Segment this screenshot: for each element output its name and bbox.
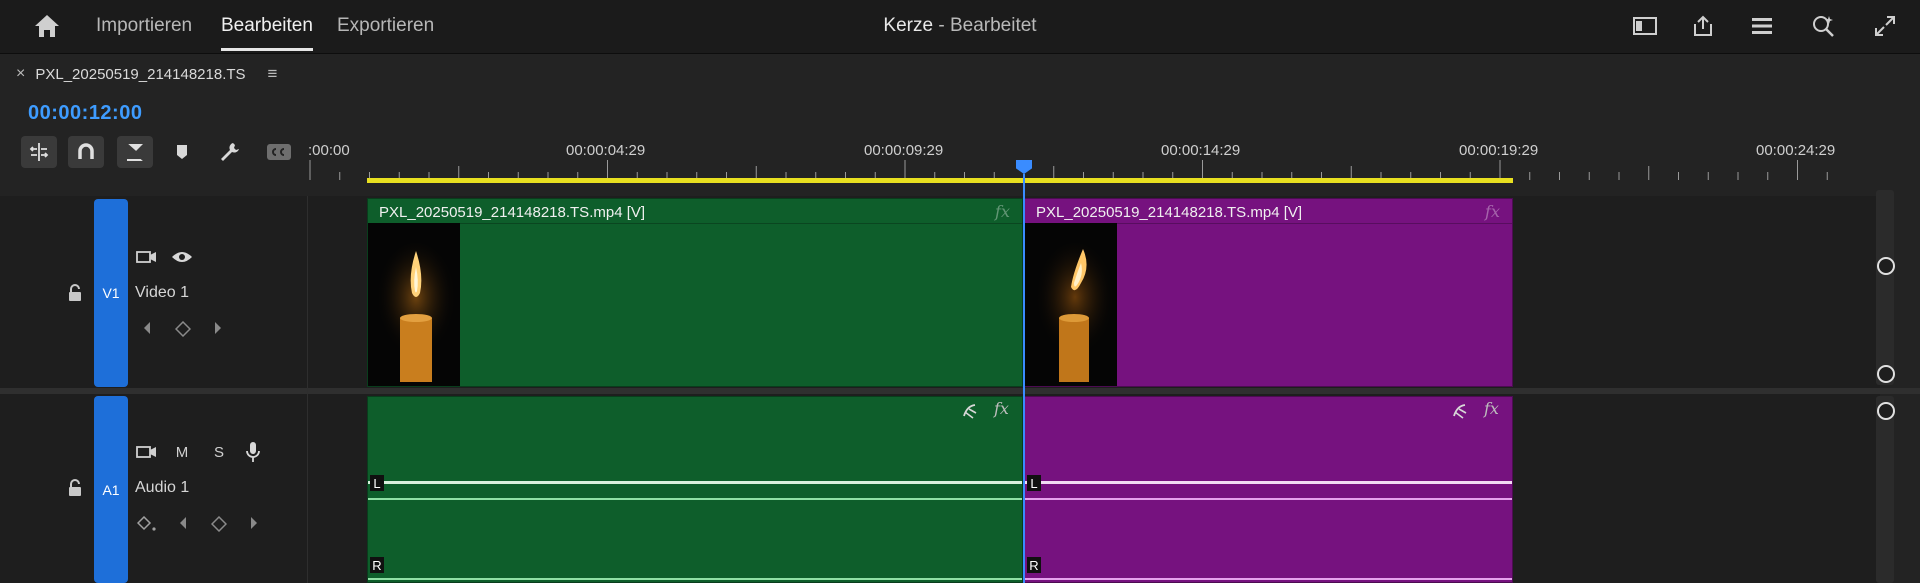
channel-right-label: R — [370, 557, 384, 573]
waveform-right — [1025, 578, 1512, 580]
insert-edit-icon[interactable] — [21, 136, 57, 168]
track-target-a1[interactable]: A1 — [94, 396, 128, 583]
tab-importieren[interactable]: Importieren — [96, 15, 192, 37]
audio-effect-icon[interactable] — [960, 401, 980, 421]
fx-badge[interactable]: fx — [995, 202, 1010, 221]
project-name: Kerze — [883, 15, 934, 36]
scroll-zoom-handle[interactable] — [1877, 365, 1895, 383]
lock-icon[interactable] — [64, 282, 86, 304]
snap-magnet-icon[interactable] — [68, 136, 104, 168]
audio-clip[interactable]: fx L R — [1024, 396, 1513, 583]
ruler-label: 00:00:19:29 — [1459, 142, 1539, 159]
playhead-timecode[interactable]: 00:00:12:00 — [28, 102, 142, 125]
audio-clip[interactable]: fx L R — [367, 396, 1023, 583]
ruler-label: :00:00 — [308, 142, 350, 159]
menu-list-icon[interactable] — [1747, 11, 1777, 41]
ruler-label: 00:00:24:29 — [1756, 142, 1836, 159]
add-keyframe-icon[interactable] — [174, 320, 192, 338]
close-tab-icon[interactable]: × — [16, 65, 25, 83]
channel-left-label: L — [370, 475, 384, 491]
channel-left-label: L — [1027, 475, 1041, 491]
prev-keyframe-icon[interactable] — [176, 515, 190, 531]
solo-button[interactable]: S — [209, 442, 229, 462]
waveform-right — [368, 578, 1022, 580]
header-divider — [307, 196, 308, 583]
clip-title: PXL_20250519_214148218.TS.mp4 [V] — [1036, 204, 1303, 221]
tab-exportieren[interactable]: Exportieren — [337, 15, 434, 37]
scroll-zoom-handle[interactable] — [1877, 257, 1895, 275]
search-zoom-icon[interactable] — [1808, 11, 1838, 41]
wrench-icon[interactable] — [212, 136, 248, 168]
playhead-line[interactable] — [1023, 174, 1025, 583]
captions-icon[interactable] — [261, 136, 297, 168]
tab-menu-icon[interactable]: ≡ — [268, 64, 278, 84]
sync-lock-icon[interactable] — [135, 442, 159, 462]
waveform-left — [1025, 481, 1512, 484]
ruler-label: 00:00:09:29 — [864, 142, 944, 159]
scroll-zoom-handle[interactable] — [1877, 402, 1895, 420]
add-keyframe-icon[interactable] — [210, 515, 228, 533]
track-name-v1[interactable]: Video 1 — [135, 284, 189, 302]
microphone-icon[interactable] — [243, 440, 263, 464]
waveform-left — [368, 481, 1022, 484]
audio-scrollbar[interactable] — [1876, 396, 1894, 583]
project-state: - Bearbeitet — [938, 15, 1037, 36]
sequence-tab[interactable]: × PXL_20250519_214148218.TS ≡ — [16, 64, 277, 84]
marker-icon[interactable] — [164, 136, 200, 168]
work-area-bar[interactable] — [367, 178, 1513, 183]
video-scrollbar[interactable] — [1876, 190, 1894, 385]
candle-thumbnail — [368, 223, 460, 386]
audio-effect-icon[interactable] — [1450, 401, 1470, 421]
prev-keyframe-icon[interactable] — [140, 320, 154, 336]
fullscreen-icon[interactable] — [1870, 11, 1900, 41]
track-target-v1[interactable]: V1 — [94, 199, 128, 387]
tab-bearbeiten[interactable]: Bearbeiten — [221, 15, 313, 51]
lock-icon[interactable] — [64, 477, 86, 499]
volume-line[interactable] — [368, 498, 1022, 500]
linked-selection-icon[interactable] — [117, 136, 153, 168]
volume-keyframe-icon[interactable] — [136, 515, 158, 533]
ruler-label: 00:00:14:29 — [1161, 142, 1241, 159]
fx-badge[interactable]: fx — [1484, 399, 1499, 418]
sequence-tab-label: PXL_20250519_214148218.TS — [35, 65, 246, 83]
eye-icon[interactable] — [170, 247, 194, 267]
share-icon[interactable] — [1688, 11, 1718, 41]
channel-right-label: R — [1027, 557, 1041, 573]
top-bar: Importieren Bearbeiten Exportieren Kerze… — [0, 0, 1920, 54]
home-icon[interactable] — [32, 11, 62, 41]
fx-badge[interactable]: fx — [1485, 202, 1500, 221]
sync-lock-icon[interactable] — [135, 247, 159, 267]
workspace-panel-icon[interactable] — [1630, 11, 1660, 41]
ruler-label: 00:00:04:29 — [566, 142, 646, 159]
candle-thumbnail — [1025, 223, 1117, 386]
track-name-a1[interactable]: Audio 1 — [135, 479, 189, 497]
video-clip[interactable]: PXL_20250519_214148218.TS.mp4 [V] fx — [1024, 198, 1513, 387]
next-keyframe-icon[interactable] — [247, 515, 261, 531]
clip-title: PXL_20250519_214148218.TS.mp4 [V] — [379, 204, 646, 221]
mute-button[interactable]: M — [172, 442, 192, 462]
volume-line[interactable] — [1025, 498, 1512, 500]
video-clip[interactable]: PXL_20250519_214148218.TS.mp4 [V] fx — [367, 198, 1023, 387]
next-keyframe-icon[interactable] — [211, 320, 225, 336]
clip-title-divider — [368, 223, 1022, 224]
fx-badge[interactable]: fx — [994, 399, 1009, 418]
